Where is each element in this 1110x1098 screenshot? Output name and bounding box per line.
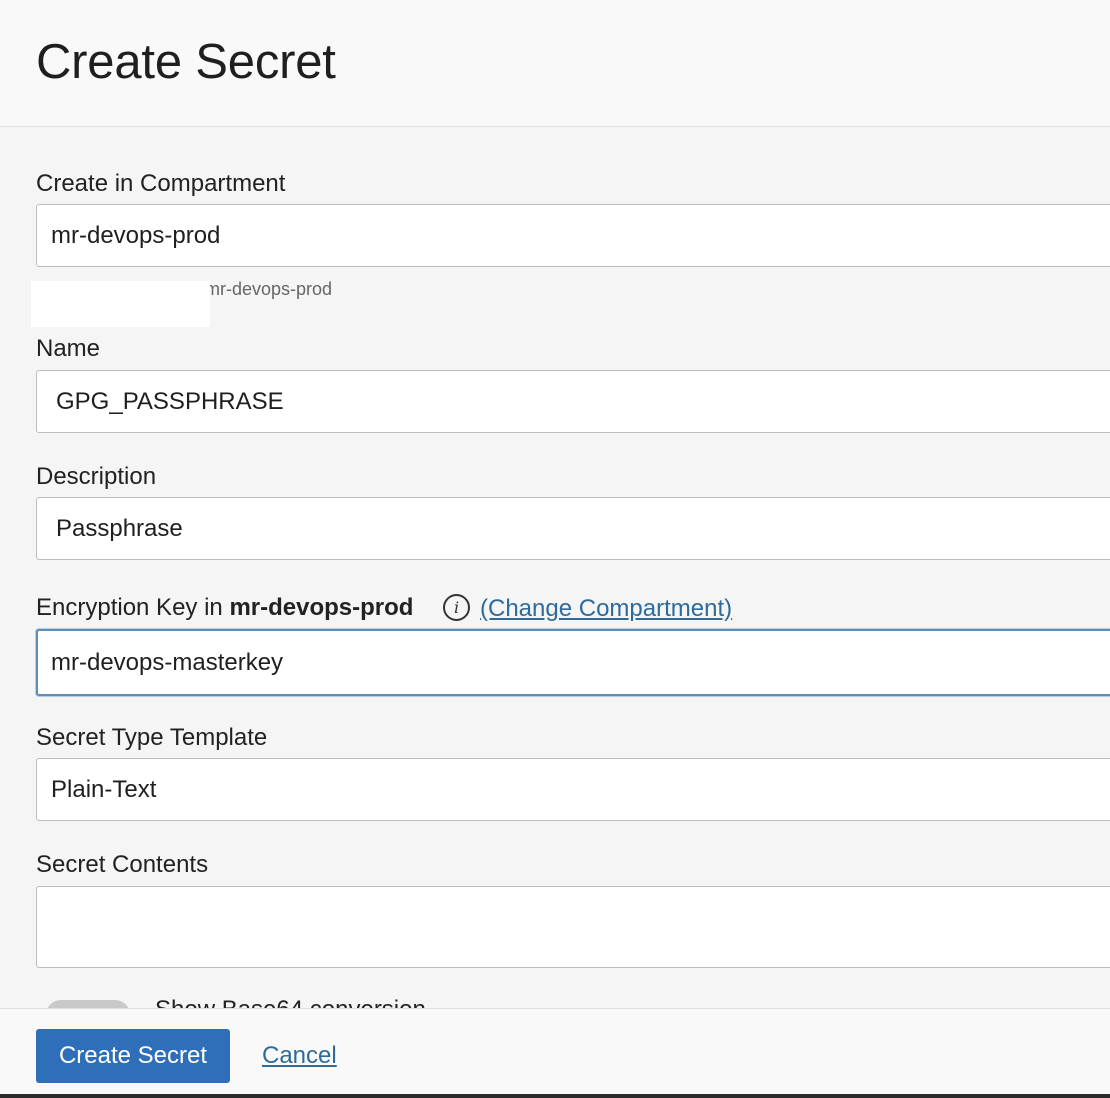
compartment-select[interactable]: mr-devops-prod <box>36 204 1110 267</box>
encryption-key-label: Encryption Key in mr-devops-prod <box>36 594 413 622</box>
create-secret-panel: Create Secret Create in Compartment mr-d… <box>0 0 1110 1098</box>
secret-type-select[interactable]: Plain-Text <box>36 758 1110 821</box>
create-secret-button[interactable]: Create Secret <box>36 1029 230 1083</box>
bottom-divider <box>0 1094 1110 1098</box>
compartment-label: Create in Compartment <box>36 170 286 197</box>
encryption-key-label-compartment: mr-devops-prod <box>229 594 414 621</box>
compartment-select-value: mr-devops-prod <box>51 221 221 249</box>
name-label: Name <box>36 335 101 362</box>
description-input[interactable]: Passphrase <box>36 497 1110 560</box>
secret-type-select-value: Plain-Text <box>51 775 157 803</box>
encryption-key-label-prefix: Encryption Key in <box>36 594 223 621</box>
redacted-area <box>31 281 210 327</box>
description-input-value: Passphrase <box>56 514 183 542</box>
name-input-value: GPG_PASSPHRASE <box>56 387 284 415</box>
secret-contents-label: Secret Contents <box>36 851 209 878</box>
page-title: Create Secret <box>36 35 336 89</box>
panel-header: Create Secret <box>0 0 1110 127</box>
encryption-key-select[interactable]: mr-devops-masterkey <box>36 629 1110 696</box>
secret-type-label: Secret Type Template <box>36 724 268 751</box>
encryption-key-select-value: mr-devops-masterkey <box>51 648 284 676</box>
name-input[interactable]: GPG_PASSPHRASE <box>36 370 1110 433</box>
description-label: Description <box>36 463 157 490</box>
change-compartment-link[interactable]: (Change Compartment) <box>480 595 732 623</box>
info-icon[interactable]: i <box>443 594 470 621</box>
secret-contents-textarea[interactable] <box>36 886 1110 968</box>
cancel-link[interactable]: Cancel <box>262 1042 337 1070</box>
compartment-path-hint: /mr-devops-prod <box>200 279 333 299</box>
